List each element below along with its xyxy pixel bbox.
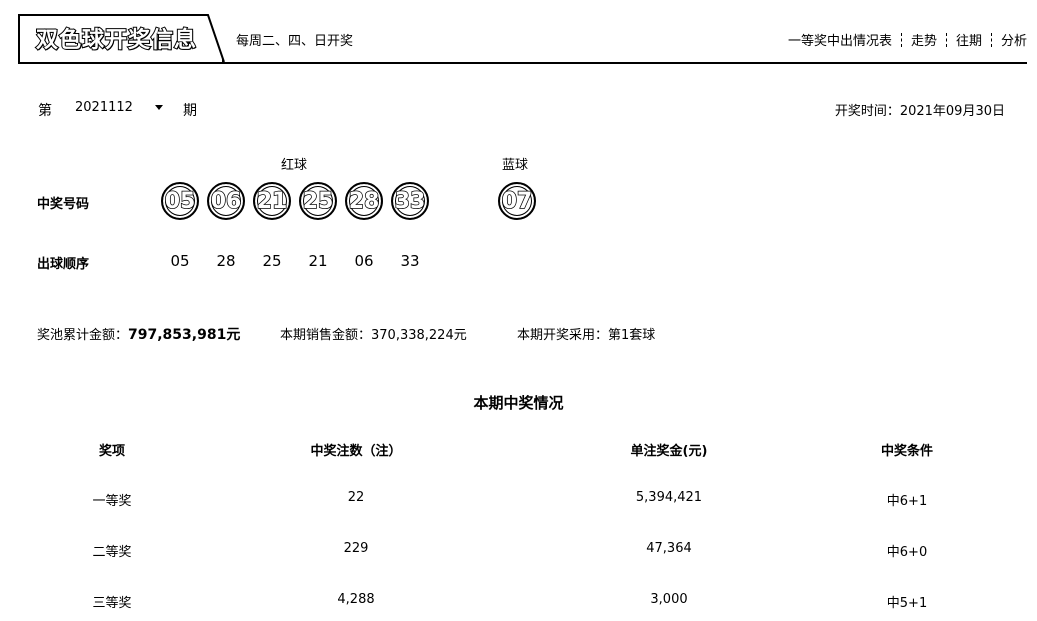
pool-label: 奖池累计金额：: [37, 328, 129, 343]
nav-first-prize-table[interactable]: 一等奖中出情况表: [788, 30, 892, 49]
red-ball: 33: [391, 182, 429, 220]
table-cell: 一等奖: [92, 494, 132, 509]
table-cell: 47,364: [646, 541, 692, 556]
table-header: 中奖注数（注）: [310, 444, 402, 459]
table-cell: 中5+1: [886, 596, 928, 611]
nav-history[interactable]: 往期: [956, 30, 982, 49]
draw-order-number: 06: [354, 252, 374, 270]
table-cell: 三等奖: [92, 596, 132, 611]
prize-table-title: 本期中奖情况: [473, 394, 564, 412]
table-cell: 229: [343, 541, 369, 556]
draw-order-number: 21: [308, 252, 328, 270]
table-cell: 4,288: [337, 592, 375, 607]
sales-value: 370,338,224元: [371, 328, 467, 343]
table-cell: 中6+0: [886, 545, 928, 560]
red-ball: 05: [161, 182, 199, 220]
nav-analysis[interactable]: 分析: [1001, 30, 1027, 49]
table-header: 奖项: [98, 444, 125, 459]
draw-schedule: 每周二、四、日开奖: [236, 34, 354, 49]
period-value: 2021112: [75, 100, 133, 115]
sales-total: 本期销售金额：370,338,224元: [280, 324, 467, 343]
table-header: 单注奖金(元): [630, 444, 708, 459]
draw-order-number: 25: [262, 252, 282, 270]
period-select[interactable]: 2021112: [75, 100, 163, 115]
red-ball: 28: [345, 182, 383, 220]
pool-value: 797,853,981元: [128, 327, 241, 343]
logo-title: 双色球开奖信息: [35, 27, 198, 54]
nav-trend[interactable]: 走势: [911, 30, 937, 49]
nav-separator: [990, 32, 992, 47]
table-cell: 22: [347, 490, 365, 505]
table-cell: 5,394,421: [635, 490, 703, 505]
draw-order-number: 28: [216, 252, 236, 270]
period-suffix: 期: [183, 103, 197, 119]
draw-order-number: 05: [170, 252, 190, 270]
chevron-down-icon: [154, 105, 163, 110]
red-ball: 21: [253, 182, 291, 220]
table-cell: 3,000: [650, 592, 688, 607]
ball-set: 本期开奖采用：第1套球: [517, 324, 655, 343]
nav-separator: [900, 32, 902, 47]
sales-label: 本期销售金额：: [280, 328, 372, 343]
draw-order-label: 出球顺序: [37, 257, 90, 272]
table-cell: 中6+1: [886, 494, 928, 509]
period-prefix: 第: [38, 103, 52, 119]
header-divider: [18, 62, 1027, 64]
top-nav: 一等奖中出情况表 走势 往期 分析: [788, 30, 1027, 49]
table-header: 中奖条件: [880, 444, 933, 459]
winning-numbers-label: 中奖号码: [37, 197, 90, 212]
ball-set-value: 第1套球: [608, 328, 656, 343]
ball-set-label: 本期开奖采用：: [517, 328, 609, 343]
table-cell: 二等奖: [92, 545, 132, 560]
nav-separator: [945, 32, 947, 47]
draw-time: 开奖时间：2021年09月30日: [834, 104, 1005, 119]
red-ball-label: 红球: [281, 158, 308, 173]
red-ball: 25: [299, 182, 337, 220]
blue-ball: 07: [498, 182, 536, 220]
pool-total: 奖池累计金额：797,853,981元: [37, 324, 240, 344]
blue-ball-label: 蓝球: [502, 158, 529, 173]
red-ball: 06: [207, 182, 245, 220]
draw-order-number: 33: [400, 252, 420, 270]
